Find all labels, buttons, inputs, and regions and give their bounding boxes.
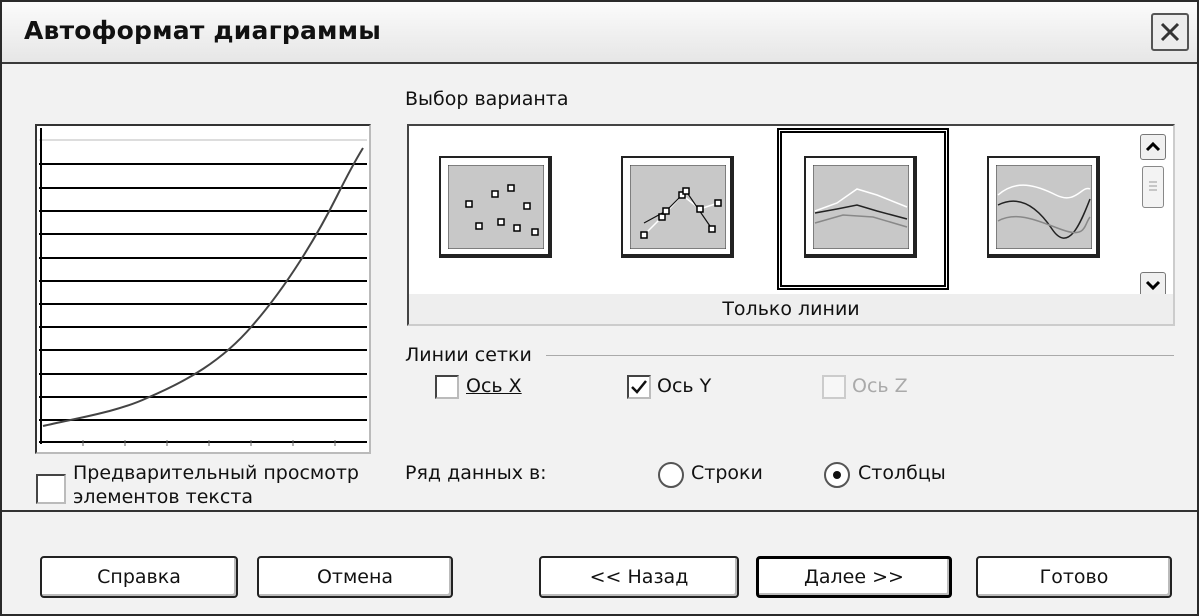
chart-preview [35,124,371,454]
checkmark-icon [631,380,647,394]
title-bar: Автоформат диаграммы [2,2,1197,64]
variant-gallery[interactable]: Только линии [407,124,1175,326]
x-axis-gridlines-label: Ось X [466,375,522,397]
y-axis-gridlines-checkbox[interactable] [627,375,651,399]
gridlines-group-label: Линии сетки [405,344,532,366]
back-button[interactable]: << Назад [539,556,739,598]
z-axis-gridlines-checkbox[interactable] [822,375,846,399]
next-button[interactable]: Далее >> [756,556,952,598]
help-button-label: Справка [97,566,181,588]
selected-variant-caption: Только линии [722,298,860,320]
variant-lines-only[interactable] [804,156,917,258]
cancel-button-label: Отмена [316,566,394,588]
dialog-title: Автоформат диаграммы [24,16,382,45]
finish-button-label: Готово [1039,566,1109,588]
chart-autoformat-dialog: Автоформат диаграммы Предварительный про… [0,0,1199,616]
y-axis-gridlines-label: Ось Y [657,375,712,397]
data-series-rows-label: Строки [691,462,763,484]
data-series-columns-label: Столбцы [858,462,946,484]
grip-icon [1149,181,1157,191]
next-button-label: Далее >> [804,566,904,588]
text-preview-label-line1: Предварительный просмотр [73,462,359,484]
smooth-lines-chart-icon [996,165,1092,249]
finish-button[interactable]: Готово [976,556,1172,598]
x-axis-gridlines-checkbox[interactable] [435,375,459,399]
chevron-up-icon [1145,141,1161,152]
help-button[interactable]: Справка [40,556,238,598]
lines-only-chart-icon [813,165,909,249]
gallery-scroll-up-button[interactable] [1140,134,1166,160]
text-preview-label-line2: элементов текста [73,486,254,508]
z-axis-gridlines-label: Ось Z [852,375,908,397]
variant-points-and-lines[interactable] [621,156,734,258]
text-preview-checkbox[interactable] [36,474,66,504]
close-icon [1160,22,1180,42]
points-only-chart-icon [448,165,544,249]
gridlines-group-line [546,355,1174,356]
close-button[interactable] [1151,13,1189,51]
cancel-button[interactable]: Отмена [257,556,453,598]
data-series-label: Ряд данных в: [405,462,547,484]
button-separator [2,510,1197,512]
back-button-label: << Назад [589,566,689,588]
data-series-columns-radio[interactable] [824,462,850,488]
radio-selected-dot [833,471,841,479]
data-series-rows-radio[interactable] [658,462,684,488]
variant-selection-label: Выбор варианта [405,88,569,110]
points-and-lines-chart-icon [630,165,726,249]
variant-smooth-lines[interactable] [987,156,1100,258]
variant-points-only[interactable] [439,156,552,258]
gallery-scroll-thumb[interactable] [1142,166,1164,208]
